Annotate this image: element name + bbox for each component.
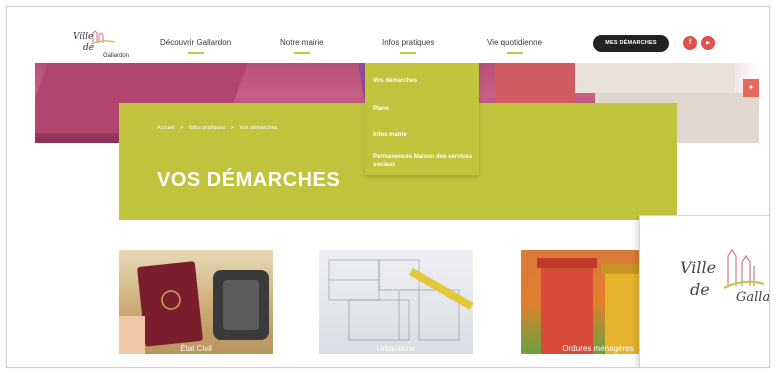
breadcrumb-separator: > bbox=[230, 125, 234, 131]
dropdown-item-vos-demarches[interactable]: Vos démarches bbox=[373, 77, 417, 85]
card-label: Urbanisme bbox=[376, 344, 416, 353]
nav-label: Notre mairie bbox=[280, 38, 324, 47]
nav-underline bbox=[187, 52, 204, 54]
logo-text-de: de bbox=[690, 280, 710, 299]
nav-notre-mairie[interactable]: Notre mairie bbox=[280, 38, 324, 54]
side-tab-icon[interactable]: ✦ bbox=[743, 79, 759, 97]
nav-underline bbox=[400, 52, 417, 54]
dropdown-item-plans[interactable]: Plans bbox=[373, 105, 389, 113]
nav-infos-pratiques[interactable]: Infos pratiques bbox=[382, 38, 435, 54]
breadcrumb: Accueil > Infos pratiques > Vos démarche… bbox=[157, 125, 281, 131]
logo-text-gallardon: Gallardon bbox=[736, 290, 770, 305]
breadcrumb-separator: > bbox=[180, 125, 184, 131]
nav-label: Découvrir Gallardon bbox=[160, 38, 232, 47]
logo-text-de: de bbox=[83, 43, 95, 53]
logo-mark-icon bbox=[91, 30, 115, 45]
mes-demarches-button[interactable]: MES DÉMARCHES bbox=[593, 35, 669, 52]
page-title: VOS DÉMARCHES bbox=[157, 169, 341, 191]
logo-text-gallardon: Gallardon bbox=[103, 53, 130, 59]
nav-decouvrir[interactable]: Découvrir Gallardon bbox=[160, 38, 232, 54]
nav-label: Vie quotidienne bbox=[487, 38, 543, 47]
breadcrumb-current: Vos démarches bbox=[239, 125, 278, 131]
site-logo[interactable]: Ville de Gallardon bbox=[71, 29, 137, 63]
infos-pratiques-dropdown: Vos démarches Plans Infos mairie Permane… bbox=[365, 63, 479, 175]
nav-vie-quotidienne[interactable]: Vie quotidienne bbox=[487, 38, 543, 54]
logo-text-ville: Ville bbox=[73, 32, 94, 42]
breadcrumb-infos-pratiques[interactable]: Infos pratiques bbox=[189, 125, 225, 131]
logo-popup: Ville de Gallardon bbox=[639, 215, 770, 367]
breadcrumb-home[interactable]: Accueil bbox=[157, 125, 175, 131]
blueprint-image-icon bbox=[328, 259, 473, 341]
logo-mark-icon bbox=[724, 248, 764, 289]
dropdown-item-permanences[interactable]: Permanences Maison des services sociaux bbox=[373, 153, 477, 169]
nav-underline bbox=[293, 52, 310, 54]
browser-page: Ville de Gallardon Découvrir Gallardon N… bbox=[6, 6, 770, 368]
site-header: Ville de Gallardon Découvrir Gallardon N… bbox=[7, 7, 769, 63]
passport-image-icon bbox=[119, 261, 269, 354]
card-etat-civil[interactable]: État Civil bbox=[119, 250, 273, 354]
dropdown-item-infos-mairie[interactable]: Infos mairie bbox=[373, 131, 407, 139]
facebook-icon[interactable]: f bbox=[683, 36, 697, 50]
youtube-icon[interactable]: ▶ bbox=[701, 36, 715, 50]
card-label: État Civil bbox=[180, 344, 212, 353]
nav-underline bbox=[506, 52, 523, 54]
nav-label: Infos pratiques bbox=[382, 38, 435, 47]
logo-text-ville: Ville bbox=[680, 258, 717, 277]
card-urbanisme[interactable]: Urbanisme bbox=[319, 250, 473, 354]
